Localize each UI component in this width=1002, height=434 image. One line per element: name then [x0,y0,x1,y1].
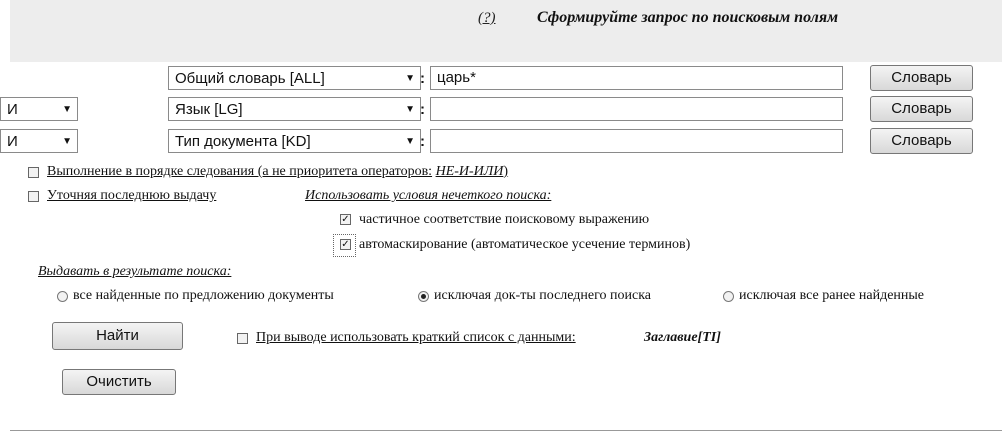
chevron-down-icon: ▼ [405,136,415,147]
brief-list-value: Заглавие[TI] [644,330,721,345]
automask-label: автомаскирование (автоматическое усечени… [359,237,691,252]
results-title: Выдавать в результате поиска: [38,264,232,279]
help-link[interactable]: (?) [478,10,496,27]
dictionary-button-2[interactable]: Словарь [870,96,973,122]
automask-checkbox[interactable]: ✓ [340,239,351,250]
chevron-down-icon: ▼ [405,73,415,84]
partial-match-checkbox[interactable]: ✓ [340,214,351,225]
dictionary-button-1[interactable]: Словарь [870,65,973,91]
bottom-divider [10,430,1002,431]
field-select-3-value: Тип документа [KD] [175,133,311,150]
header-bar [10,0,1002,62]
field-select-2-value: Язык [LG] [175,101,243,118]
dictionary-button-3[interactable]: Словарь [870,128,973,154]
field-select-2[interactable]: Язык [LG] ▼ [168,97,421,121]
checkmark-icon: ✓ [341,214,350,225]
field-select-1-value: Общий словарь [ALL] [175,70,325,87]
brief-list-label: При выводе использовать краткий список с… [256,330,576,345]
clear-button[interactable]: Очистить [62,369,176,395]
chevron-down-icon: ▼ [62,104,72,115]
order-checkbox[interactable] [28,167,39,178]
fuzzy-search-title: Использовать условия нечеткого поиска: [305,188,552,203]
field-select-1[interactable]: Общий словарь [ALL] ▼ [168,66,421,90]
partial-match-label: частичное соответствие поисковому выраже… [359,212,650,227]
radio-exclude-last[interactable] [418,291,429,302]
radio-all-found-label: все найденные по предложению документы [73,288,334,303]
operator-select-2[interactable]: И ▼ [0,97,78,121]
refine-label: Уточняя последнюю выдачу [47,188,217,203]
search-input-3[interactable] [430,129,843,153]
radio-exclude-all-label: исключая все ранее найденные [739,288,925,303]
colon-separator: : [420,133,425,150]
radio-all-found[interactable] [57,291,68,302]
search-input-2[interactable] [430,97,843,121]
colon-separator: : [420,101,425,118]
order-label: Выполнение в порядке следования (а не пр… [47,164,508,180]
chevron-down-icon: ▼ [405,104,415,115]
page-title: Сформируйте запрос по поисковым полям [537,9,839,26]
operator-select-3-value: И [7,133,18,150]
refine-checkbox[interactable] [28,191,39,202]
operator-select-3[interactable]: И ▼ [0,129,78,153]
radio-exclude-last-label: исключая док-ты последнего поиска [434,288,652,303]
brief-list-checkbox[interactable] [237,333,248,344]
radio-exclude-all[interactable] [723,291,734,302]
order-operators: НЕ-И-ИЛИ [435,164,504,179]
order-label-close: ) [503,164,509,179]
checkmark-icon: ✓ [341,239,350,250]
order-label-text: Выполнение в порядке следования (а не пр… [47,164,433,179]
operator-select-2-value: И [7,101,18,118]
find-button[interactable]: Найти [52,322,183,350]
chevron-down-icon: ▼ [62,136,72,147]
field-select-3[interactable]: Тип документа [KD] ▼ [168,129,421,153]
colon-separator: : [420,70,425,87]
search-input-1[interactable]: царь* [430,66,843,90]
